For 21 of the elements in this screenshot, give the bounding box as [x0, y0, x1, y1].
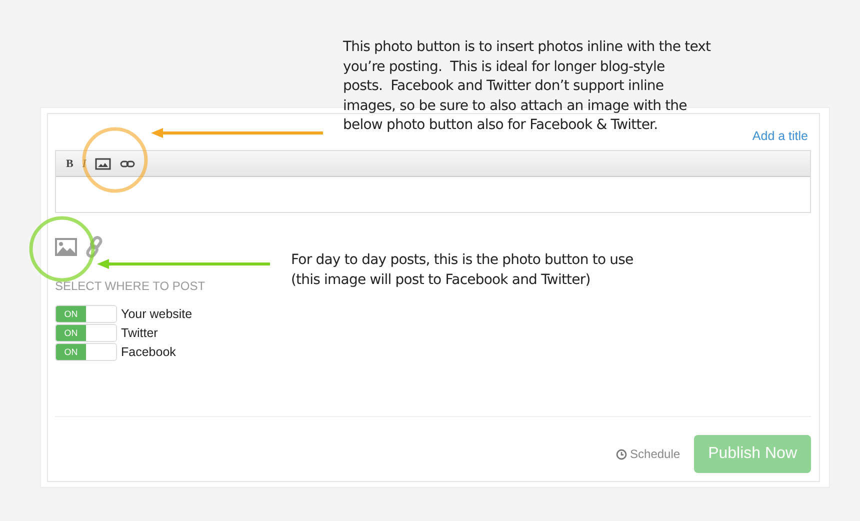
- bold-button[interactable]: B: [66, 158, 74, 170]
- toggle-state: ON: [56, 344, 86, 360]
- toggle-state: ON: [56, 306, 86, 322]
- image-icon[interactable]: [95, 158, 112, 170]
- destination-label: Twitter: [121, 326, 158, 340]
- add-title-link[interactable]: Add a title: [752, 129, 808, 143]
- highlight-circle: [29, 216, 95, 282]
- highlight-circle: [82, 127, 148, 193]
- destination-label: Your website: [121, 307, 192, 321]
- annotation-text: This photo button is to insert photos inline with the text you’re posting. This is ideal for longer blog-style posts. Facebook and Twitter don’t support inline images, so be sure to also attach an image with the below photo button also for Facebook & Twitter.: [343, 38, 711, 135]
- link-icon[interactable]: [120, 160, 136, 168]
- annotation-text: For day to day posts, this is the photo button to use (this image will post to Facebook and Twitter): [291, 251, 634, 290]
- destination-label: Facebook: [121, 345, 176, 359]
- toggle-switch[interactable]: ON: [55, 324, 117, 342]
- toggle-state: ON: [56, 325, 86, 341]
- schedule-button[interactable]: Schedule: [616, 447, 680, 461]
- section-label: SELECT WHERE TO POST: [55, 279, 206, 293]
- toggle-switch[interactable]: ON: [55, 305, 117, 323]
- publish-button[interactable]: Publish Now: [694, 435, 811, 473]
- toggle-switch[interactable]: ON: [55, 343, 117, 361]
- clock-icon: [616, 448, 628, 460]
